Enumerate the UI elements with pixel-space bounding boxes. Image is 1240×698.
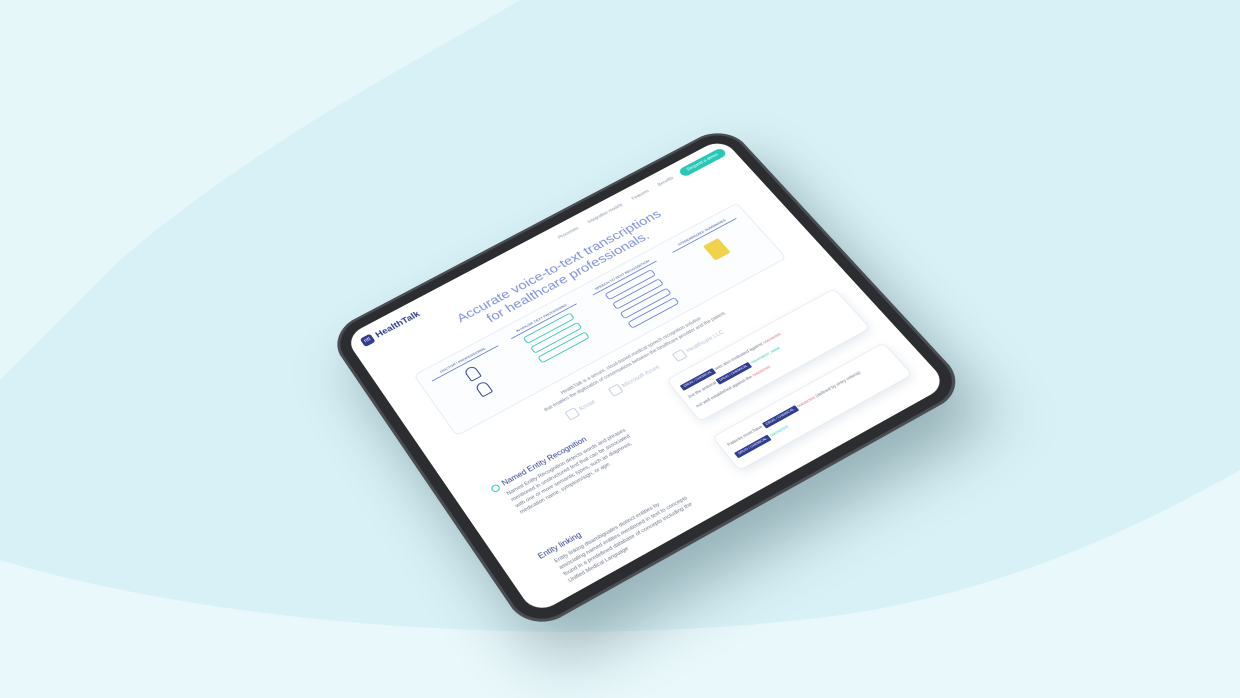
patient-icon <box>475 380 494 397</box>
nav-link-benefits[interactable]: Benefits <box>657 176 675 188</box>
entity-label: DIAGNOSIS <box>796 396 816 408</box>
nav-link-processes[interactable]: Processes <box>557 226 580 240</box>
tablet-scene: ntt HealthTalk Processes Integration mod… <box>0 0 1240 698</box>
logo-mark-icon: ntt <box>360 334 376 348</box>
nav-link-integration[interactable]: Integration models <box>587 203 624 225</box>
target-icon <box>490 483 502 493</box>
document-icon <box>703 238 731 260</box>
diagram-col-speech: SPEECH TO TEXT RECOGNITION <box>588 256 688 333</box>
microsoft-icon <box>607 384 623 397</box>
tablet-screen: ntt HealthTalk Processes Integration mod… <box>344 138 948 615</box>
doctor-icon <box>463 365 482 382</box>
tablet-device: ntt HealthTalk Processes Integration mod… <box>326 124 971 635</box>
partner-name: Knowl <box>578 400 596 412</box>
entity-label: DIAGNOSIS <box>752 365 772 377</box>
entity-label: DIAGNOSIS <box>769 425 789 438</box>
nav-link-features[interactable]: Features <box>631 189 650 201</box>
partner-icon <box>565 407 581 420</box>
partner-icon <box>672 349 688 362</box>
